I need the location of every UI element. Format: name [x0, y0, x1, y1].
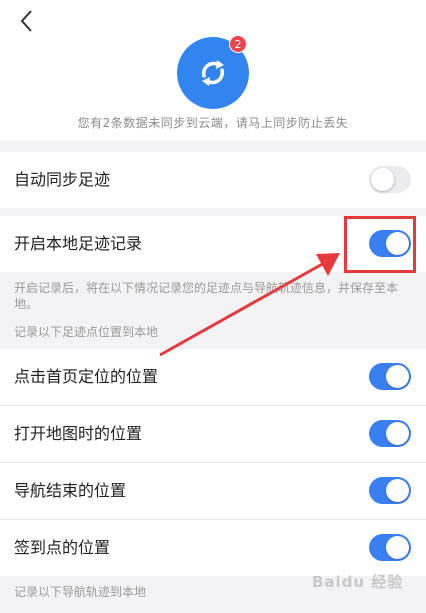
- toggle-knob: [386, 536, 409, 559]
- sync-icon: [201, 60, 225, 86]
- baidu-watermark: Baidu 经验: [312, 573, 404, 591]
- point-item-toggle[interactable]: [369, 363, 411, 390]
- local-record-label: 开启本地足迹记录: [14, 234, 143, 253]
- point-item-label: 点击首页定位的位置: [14, 367, 159, 386]
- auto-sync-label: 自动同步足迹: [14, 170, 111, 189]
- point-item-label: 签到点的位置: [14, 538, 111, 557]
- sync-header: 2 您有2条数据未同步到云端，请马上同步防止丢失: [0, 0, 426, 141]
- point-item-toggle[interactable]: [369, 420, 411, 447]
- point-item-row[interactable]: 导航结束的位置: [0, 463, 426, 519]
- back-arrow-icon[interactable]: [14, 8, 40, 34]
- annotation-highlight-box: [344, 216, 416, 273]
- auto-sync-toggle[interactable]: [369, 166, 411, 193]
- auto-sync-row[interactable]: 自动同步足迹: [0, 152, 426, 208]
- point-item-label: 导航结束的位置: [14, 481, 127, 500]
- toggle-knob: [371, 168, 394, 191]
- point-item-toggle[interactable]: [369, 477, 411, 504]
- toggle-knob: [386, 422, 409, 445]
- local-record-note: 开启记录后，将在以下情况记录您的足迹点与导航轨迹信息，并保存至本地。: [14, 281, 399, 311]
- sync-warning-text: 您有2条数据未同步到云端，请马上同步防止丢失: [77, 116, 349, 130]
- point-item-toggle[interactable]: [369, 534, 411, 561]
- unsynced-count-badge: 2: [229, 35, 247, 53]
- points-section-title: 记录以下足迹点位置到本地: [14, 325, 159, 339]
- point-item-row[interactable]: 点击首页定位的位置: [0, 349, 426, 405]
- point-item-row[interactable]: 签到点的位置: [0, 520, 426, 576]
- point-item-label: 打开地图时的位置: [14, 424, 143, 443]
- toggle-knob: [386, 479, 409, 502]
- toggle-knob: [386, 365, 409, 388]
- point-item-row[interactable]: 打开地图时的位置: [0, 406, 426, 462]
